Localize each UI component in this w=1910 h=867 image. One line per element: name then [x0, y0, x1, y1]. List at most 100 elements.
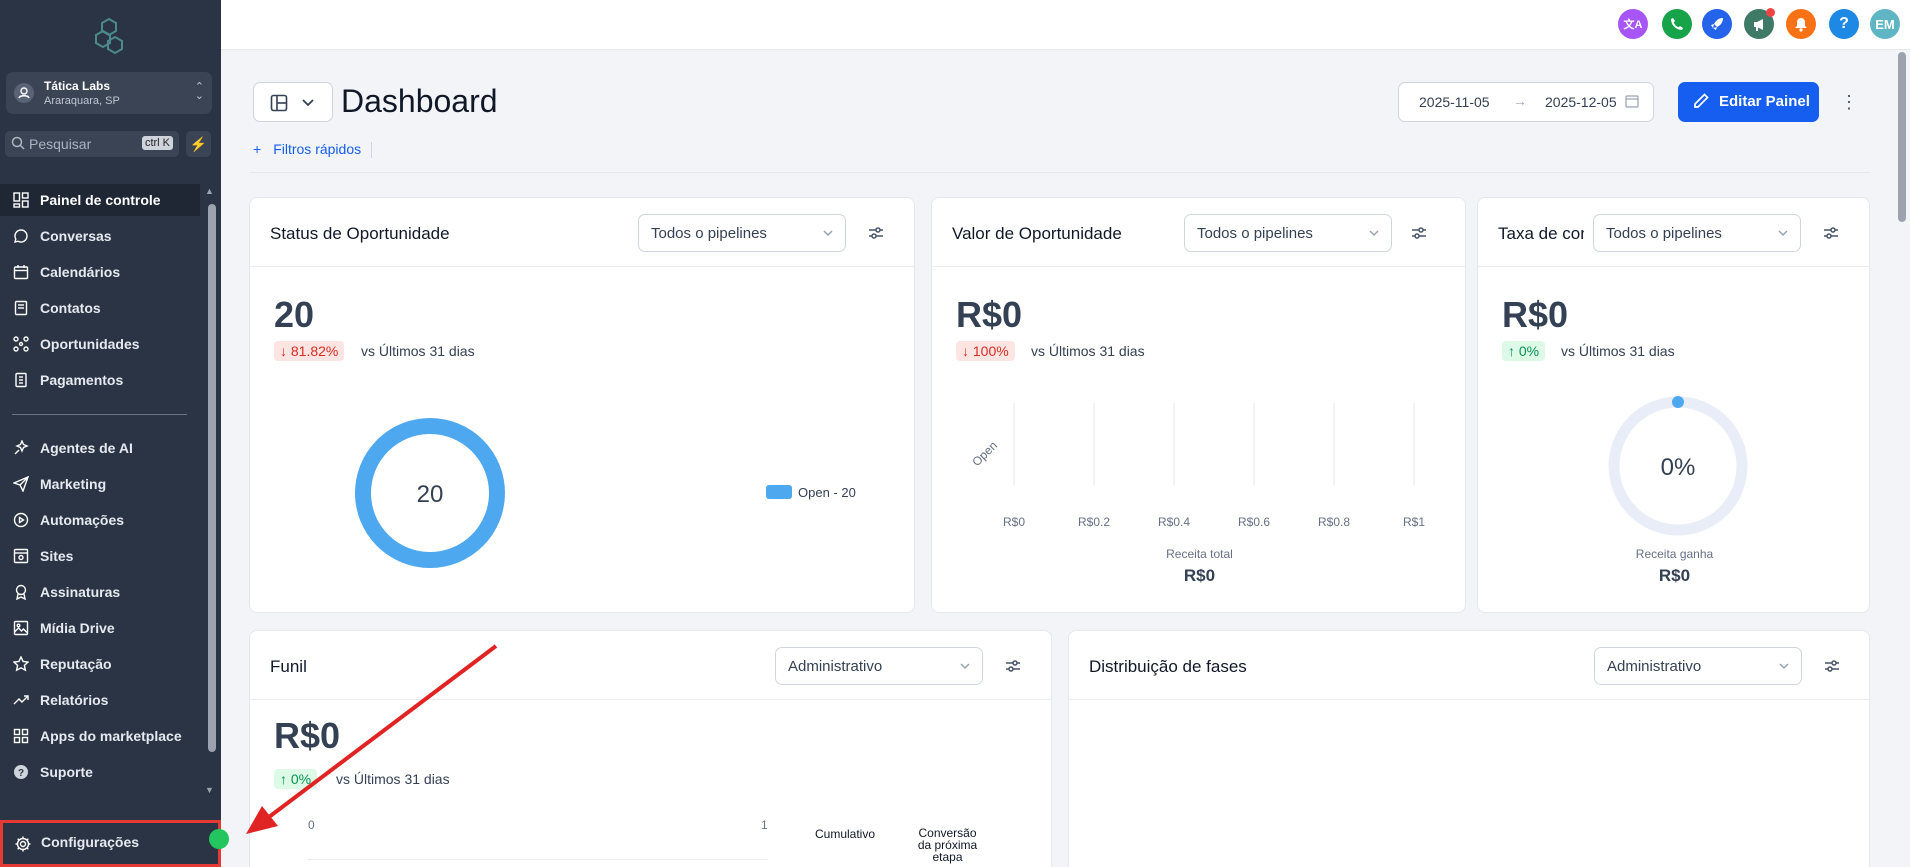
quick-filters-link[interactable]: + Filtros rápidos — [253, 141, 361, 157]
column-header-cumulative: Cumulativo — [814, 827, 876, 841]
pipeline-select-value: Todos o pipelines — [1197, 225, 1313, 242]
sidebar-item-midia-drive[interactable]: Mídia Drive — [0, 612, 200, 644]
page-title: Dashboard — [341, 83, 498, 119]
membership-badge-icon — [13, 584, 29, 600]
pipeline-select[interactable]: Administrativo — [1594, 647, 1802, 685]
sidebar-item-conversas[interactable]: Conversas — [0, 220, 200, 252]
reports-trend-icon — [13, 692, 29, 708]
sidebar-item-suporte[interactable]: ? Suporte — [0, 756, 200, 788]
sidebar-item-label: Oportunidades — [40, 336, 140, 352]
translate-icon[interactable]: 文A — [1618, 9, 1648, 39]
change-value: 0% — [290, 771, 312, 787]
sidebar-item-pagamentos[interactable]: Pagamentos — [0, 364, 200, 396]
search-input[interactable]: Pesquisar ctrl K — [5, 131, 179, 157]
sidebar-item-painel-de-controle[interactable]: Painel de controle — [0, 184, 200, 216]
sidebar-item-apps-do-marketplace[interactable]: Apps do marketplace — [0, 720, 200, 752]
date-from: 2025-11-05 — [1419, 94, 1490, 110]
location-city: Araraquara, SP — [44, 95, 120, 107]
rocket-icon[interactable] — [1702, 9, 1732, 39]
change-value: 0% — [1518, 343, 1540, 359]
sidebar-scrollbar-thumb[interactable] — [208, 204, 216, 752]
card-title: Funil — [270, 657, 307, 676]
filter-sliders-icon[interactable] — [1410, 224, 1428, 242]
sidebar-item-label: Automações — [40, 512, 125, 528]
funnel-card: Funil Administrativo R$0 ↑ 0% vs Últimos… — [249, 630, 1052, 867]
sidebar-item-oportunidades[interactable]: Oportunidades — [0, 328, 200, 360]
sidebar-item-label: Relatórios — [40, 692, 109, 708]
sidebar-item-contatos[interactable]: Contatos — [0, 292, 200, 324]
x-tick-label: R$0.6 — [1238, 515, 1270, 529]
sidebar-divider — [12, 414, 187, 415]
sidebar-item-calendarios[interactable]: Calendários — [0, 256, 200, 288]
sidebar-item-label: Contatos — [40, 300, 101, 316]
sites-browser-icon — [13, 548, 29, 564]
sidebar-item-sites[interactable]: Sites — [0, 540, 200, 572]
layout-panel-icon — [270, 94, 288, 112]
location-switcher[interactable]: Tática Labs Araraquara, SP ⌃ ⌄ — [6, 72, 212, 114]
more-options-icon[interactable]: ⋮ — [1840, 91, 1858, 113]
media-image-icon — [13, 620, 29, 636]
chevron-down-icon — [1778, 230, 1788, 237]
plus-icon: + — [253, 141, 262, 157]
scroll-down-arrow-icon[interactable]: ▼ — [205, 785, 214, 795]
chat-bubble-icon — [13, 228, 29, 244]
change-badge: ↑ 0% — [274, 769, 318, 789]
card-header-divider — [250, 266, 914, 267]
filter-sliders-icon[interactable] — [867, 224, 885, 242]
arrow-down-icon: ↓ — [962, 343, 973, 359]
scroll-up-arrow-icon[interactable]: ▲ — [205, 186, 214, 196]
header-divider — [250, 172, 1870, 173]
sidebar-item-label: Pagamentos — [40, 372, 124, 388]
legend-label-open: Open - 20 — [798, 485, 856, 500]
layout-switcher-button[interactable] — [253, 82, 333, 122]
calendar-icon — [1625, 95, 1639, 108]
total-revenue-value: R$0 — [1183, 566, 1216, 585]
sidebar-item-marketing[interactable]: Marketing — [0, 468, 200, 500]
page-scrollbar-thumb[interactable] — [1898, 52, 1906, 222]
change-badge: ↑ 0% — [1502, 341, 1546, 361]
help-icon[interactable]: ? — [1829, 9, 1859, 39]
card-title: Valor de Oportunidade — [952, 224, 1122, 243]
chevron-down-icon — [823, 230, 833, 237]
pipeline-select[interactable]: Todos o pipelines — [1593, 214, 1801, 252]
pipeline-select[interactable]: Administrativo — [775, 647, 983, 685]
user-avatar[interactable]: EM — [1870, 9, 1900, 39]
gauge-marker — [1672, 396, 1684, 408]
sidebar-item-assinaturas[interactable]: Assinaturas — [0, 576, 200, 608]
sidebar-item-label: Reputação — [40, 656, 112, 672]
filter-sliders-icon[interactable] — [1004, 657, 1022, 675]
sidebar-item-agentes-de-ai[interactable]: Agentes de AI — [0, 432, 200, 464]
quick-filters-label: Filtros rápidos — [273, 141, 362, 157]
filter-sliders-icon[interactable] — [1823, 657, 1841, 675]
notification-bell-icon[interactable] — [1786, 9, 1816, 39]
conversion-gauge: 0% — [1608, 396, 1748, 536]
sidebar-item-relatorios[interactable]: Relatórios — [0, 684, 200, 716]
apps-grid-icon — [13, 728, 29, 744]
x-tick-label: R$0.2 — [1078, 515, 1110, 529]
filter-sliders-icon[interactable] — [1822, 224, 1840, 242]
opportunity-value-card: Valor de Oportunidade Todos o pipelines … — [931, 197, 1466, 613]
date-range-picker[interactable]: 2025-11-05 → 2025-12-05 — [1398, 82, 1654, 122]
date-to: 2025-12-05 — [1545, 94, 1617, 110]
pipeline-select[interactable]: Todos o pipelines — [638, 214, 846, 252]
sidebar-item-automacoes[interactable]: Automações — [0, 504, 200, 536]
reputation-star-icon — [13, 656, 29, 672]
notification-dot — [1766, 8, 1775, 17]
phone-icon[interactable] — [1662, 9, 1692, 39]
search-shortcut-badge: ctrl K — [141, 136, 173, 150]
sidebar-item-configuracoes[interactable]: Configurações — [0, 820, 221, 867]
pipeline-select-value: Administrativo — [788, 658, 883, 675]
chevron-down-icon — [302, 99, 314, 107]
sidebar-item-reputacao[interactable]: Reputação — [0, 648, 200, 680]
pipeline-select[interactable]: Todos o pipelines — [1184, 214, 1392, 252]
status-indicator-dot — [209, 829, 229, 849]
status-donut-chart: 20 — [355, 418, 505, 568]
edit-dashboard-button[interactable]: Editar Painel — [1678, 82, 1819, 122]
y-category-label: Open — [969, 438, 1000, 469]
edit-dashboard-label: Editar Painel — [1719, 93, 1810, 110]
x-tick-label: R$0 — [1003, 515, 1025, 529]
megaphone-icon[interactable] — [1744, 8, 1775, 39]
card-title: Status de Oportunidade — [270, 224, 450, 243]
quick-action-bolt-icon[interactable]: ⚡ — [186, 131, 211, 157]
opportunities-nodes-icon — [13, 336, 29, 352]
